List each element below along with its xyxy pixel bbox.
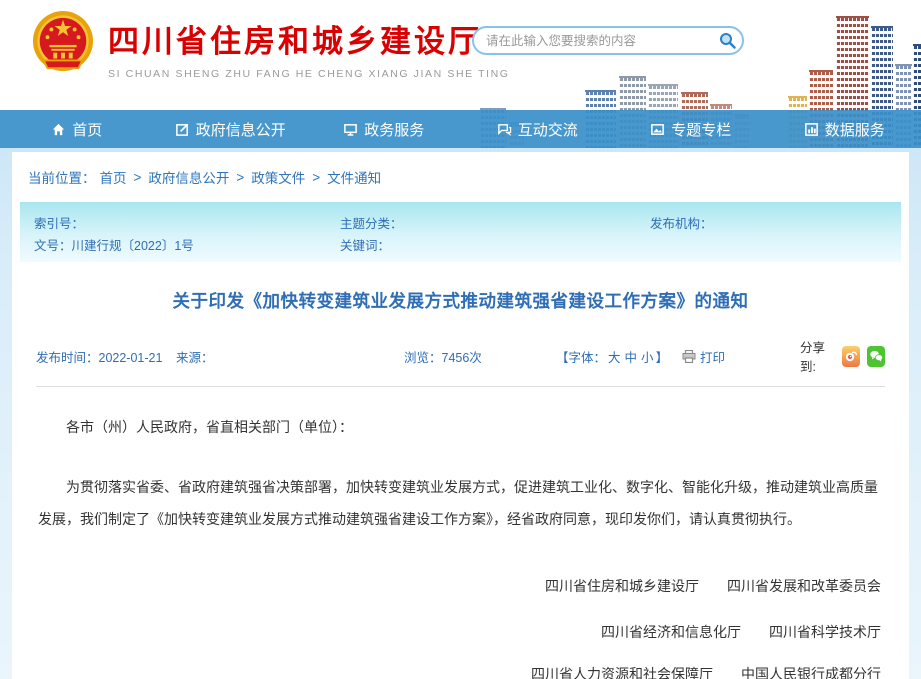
nav-item-interaction[interactable]: 互动交流	[461, 110, 615, 148]
nav-item-label: 首页	[72, 119, 102, 140]
search-box	[472, 26, 744, 55]
print-label: 打印	[700, 347, 725, 366]
nav-item-label: 专题专栏	[671, 119, 731, 140]
breadcrumb-separator: >	[131, 170, 145, 185]
search-input[interactable]	[474, 28, 712, 53]
site-home-link[interactable]: 四川省住房和城乡建设厅 SI CHUAN SHENG ZHU FANG HE C…	[32, 10, 510, 80]
search-icon	[719, 32, 736, 49]
national-emblem-logo	[32, 10, 94, 76]
font-size-control: 【字体：大中小】	[556, 347, 682, 366]
meta-row: 文号：川建行规〔2022〕1号 关键词：	[34, 233, 887, 255]
font-size-medium-button[interactable]: 中	[623, 351, 640, 365]
meta-docnum-value: 川建行规〔2022〕1号	[72, 239, 194, 253]
content-panel: 当前位置： 首页 > 政府信息公开 > 政策文件 > 文件通知 索引号： 主题分…	[12, 152, 909, 679]
signature-line: 四川省人力资源和社会保障厅 中国人民银行成都分行	[38, 664, 883, 679]
meta-agency: 发布机构：	[650, 213, 887, 232]
breadcrumb-separator: >	[233, 170, 247, 185]
meta-topic-label: 主题分类：	[340, 217, 403, 231]
source-label: 来源：	[176, 347, 404, 366]
breadcrumb-item-policy[interactable]: 政策文件	[251, 167, 305, 187]
nav-item-label: 政务服务	[364, 119, 424, 140]
article-info-row: 发布时间：2022-01-21 来源： 浏览：7456次 【字体：大中小】 打印…	[36, 337, 885, 387]
article-title: 关于印发《加快转变建筑业发展方式推动建筑强省建设工作方案》的通知	[12, 288, 909, 313]
meta-docnum-label: 文号：	[34, 239, 72, 253]
meta-topic: 主题分类：	[340, 213, 650, 232]
font-size-suffix: 】	[656, 351, 669, 365]
publish-date: 发布时间：2022-01-21	[36, 347, 176, 366]
article-body: 各市（州）人民政府，省直相关部门（单位）： 为贯彻落实省委、省政府建筑强省决策部…	[12, 411, 909, 679]
signature-line: 四川省经济和信息化厅 四川省科学技术厅	[38, 622, 883, 642]
nav-item-label: 政府信息公开	[196, 119, 286, 140]
monitor-icon	[343, 122, 358, 137]
grid-icon	[804, 122, 819, 137]
site-title-block: 四川省住房和城乡建设厅 SI CHUAN SHENG ZHU FANG HE C…	[108, 10, 510, 80]
meta-agency-label: 发布机构：	[650, 217, 713, 231]
site-header: 四川省住房和城乡建设厅 SI CHUAN SHENG ZHU FANG HE C…	[0, 0, 921, 148]
breadcrumb-item-notices[interactable]: 文件通知	[327, 167, 381, 187]
meta-index-label: 索引号：	[34, 217, 84, 231]
paragraph: 各市（州）人民政府，省直相关部门（单位）：	[38, 411, 883, 443]
compose-icon	[175, 122, 190, 137]
chat-icon	[497, 122, 512, 137]
meta-row: 索引号： 主题分类： 发布机构：	[34, 211, 887, 233]
breadcrumb: 当前位置： 首页 > 政府信息公开 > 政策文件 > 文件通知	[12, 152, 909, 200]
nav-item-data[interactable]: 数据服务	[768, 110, 921, 148]
font-size-prefix: 【字体：	[556, 351, 606, 365]
wechat-share-icon[interactable]	[867, 346, 885, 367]
font-size-large-button[interactable]: 大	[606, 351, 623, 365]
site-subtitle: SI CHUAN SHENG ZHU FANG HE CHENG XIANG J…	[108, 68, 510, 80]
font-size-small-button[interactable]: 小	[639, 351, 656, 365]
meta-docnum: 文号：川建行规〔2022〕1号	[34, 235, 340, 254]
paragraph: 为贯彻落实省委、省政府建筑强省决策部署，加快转变建筑业发展方式，促进建筑工业化、…	[38, 471, 883, 535]
nav-item-home[interactable]: 首页	[0, 110, 154, 148]
view-count: 浏览：7456次	[404, 347, 556, 366]
main-nav: 首页 政府信息公开 政务服务 互动交流 专题专栏	[0, 110, 921, 148]
document-meta-box: 索引号： 主题分类： 发布机构： 文号：川建行规〔2022〕1号 关键词：	[20, 202, 901, 262]
nav-item-label: 数据服务	[825, 119, 885, 140]
breadcrumb-item-gov-info[interactable]: 政府信息公开	[148, 167, 229, 187]
nav-item-gov-info[interactable]: 政府信息公开	[154, 110, 308, 148]
breadcrumb-separator: >	[309, 170, 323, 185]
signature-line: 四川省住房和城乡建设厅 四川省发展和改革委员会	[38, 576, 883, 596]
weibo-share-icon[interactable]	[842, 346, 860, 367]
search-button[interactable]	[712, 28, 742, 53]
meta-keyword: 关键词：	[340, 235, 650, 254]
breadcrumb-label: 当前位置：	[28, 167, 96, 187]
share-label: 分享到:	[800, 337, 835, 375]
share-bar: 分享到:	[800, 337, 885, 375]
image-icon	[650, 122, 665, 137]
printer-icon	[682, 350, 696, 363]
meta-keyword-label: 关键词：	[340, 239, 390, 253]
nav-item-label: 互动交流	[518, 119, 578, 140]
site-title: 四川省住房和城乡建设厅	[108, 16, 510, 61]
print-button[interactable]: 打印	[682, 347, 800, 366]
meta-index: 索引号：	[34, 213, 340, 232]
nav-item-topics[interactable]: 专题专栏	[614, 110, 768, 148]
home-icon	[51, 122, 66, 137]
breadcrumb-item-home[interactable]: 首页	[100, 167, 127, 187]
nav-item-services[interactable]: 政务服务	[307, 110, 461, 148]
